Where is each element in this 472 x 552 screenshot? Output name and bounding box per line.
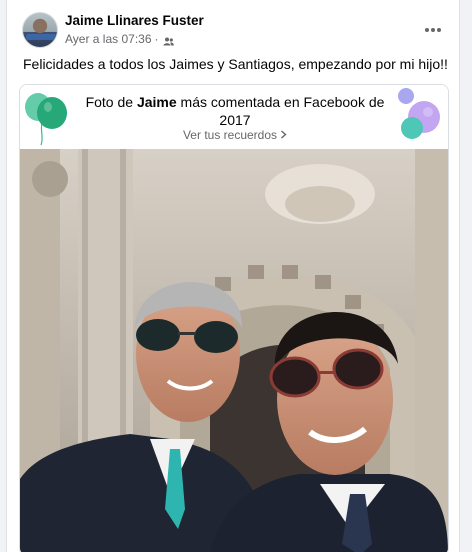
memory-photo[interactable] bbox=[20, 149, 448, 552]
chevron-right-icon bbox=[280, 128, 287, 142]
post-card: Jaime Llinares Fuster Ayer a las 07:36 ·… bbox=[6, 0, 460, 552]
post-text: Felicidades a todos los Jaimes y Santiag… bbox=[23, 56, 448, 72]
friends-icon[interactable] bbox=[163, 35, 174, 45]
avatar[interactable] bbox=[22, 12, 58, 48]
balloons-icon bbox=[398, 88, 440, 139]
memory-title-name: Jaime bbox=[136, 94, 177, 110]
post-timestamp[interactable]: Ayer a las 07:36 bbox=[65, 32, 152, 46]
post-meta: Ayer a las 07:36 · bbox=[65, 32, 174, 46]
memory-title-prefix: Foto de bbox=[85, 94, 137, 110]
selfie-photo bbox=[20, 149, 448, 552]
balloons-icon bbox=[25, 93, 67, 146]
meta-separator: · bbox=[154, 32, 159, 46]
memory-banner: Foto de Jaime más comentada en Facebook … bbox=[20, 85, 448, 149]
see-memories-link[interactable]: Ver tus recuerdos bbox=[80, 128, 390, 142]
see-memories-label: Ver tus recuerdos bbox=[182, 128, 278, 142]
memory-title-suffix: más comentada en Facebook de 2017 bbox=[176, 94, 385, 128]
author-name[interactable]: Jaime Llinares Fuster bbox=[65, 13, 204, 28]
avatar-badge bbox=[26, 34, 56, 40]
more-options-icon bbox=[425, 28, 441, 32]
memory-attachment[interactable]: Foto de Jaime más comentada en Facebook … bbox=[19, 84, 449, 552]
post-header: Jaime Llinares Fuster Ayer a las 07:36 · bbox=[7, 8, 459, 52]
memory-title: Foto de Jaime más comentada en Facebook … bbox=[80, 93, 390, 129]
more-options-button[interactable] bbox=[421, 18, 445, 42]
